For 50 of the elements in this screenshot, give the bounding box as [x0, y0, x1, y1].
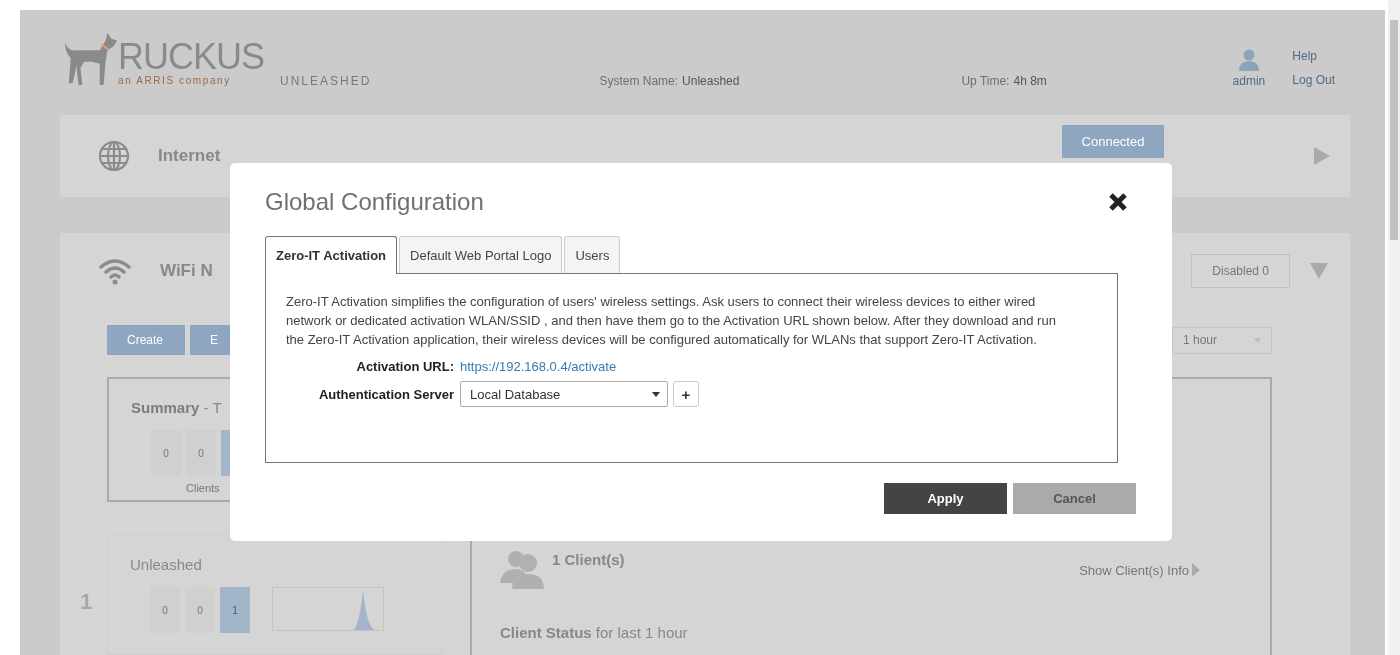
logo-text: RUCKUS [118, 39, 264, 75]
show-clients-link[interactable]: Show Client(s) Info [1079, 562, 1189, 578]
user-name: admin [1232, 75, 1266, 87]
summary-title: Summary - T [131, 399, 222, 416]
ap-name: Unleashed [130, 556, 203, 573]
count-tile: 0 [151, 430, 181, 476]
triangle-right-icon [1192, 563, 1200, 577]
count-tile: 0 [185, 587, 215, 633]
client-status-title: Client Status for last 1 hour [500, 624, 689, 641]
apply-button[interactable]: Apply [884, 483, 1007, 514]
clients-label: Clients [186, 482, 221, 494]
logo-tagline: an ARRIS company [118, 75, 232, 87]
scrollbar[interactable] [1388, 0, 1400, 655]
panel-title: Internet [158, 146, 221, 166]
authentication-server-dropdown[interactable]: Local Database [460, 381, 668, 407]
uptime-label: Up Time: [961, 74, 1010, 88]
panel-title: WiFi N [160, 261, 213, 281]
close-button[interactable] [1108, 192, 1128, 212]
connection-status: Connected [1062, 124, 1164, 158]
time-range-dropdown[interactable]: 1 hour [1172, 326, 1272, 354]
user-icon [1238, 49, 1259, 71]
collapse-arrow-icon [1310, 263, 1328, 279]
header-link[interactable]: Log Out [1292, 74, 1335, 87]
expand-arrow-icon [1314, 147, 1330, 165]
caret-icon [652, 391, 660, 397]
activation-url-link[interactable]: https://192.168.0.4/activate [460, 359, 617, 374]
tab[interactable]: Zero-IT Activation [265, 236, 398, 274]
field-label: Activation URL: [355, 359, 454, 374]
header-link[interactable]: Help [1292, 50, 1335, 63]
uptime-value: 4h 8m [1013, 74, 1047, 88]
disabled-count: Disabled 0 [1191, 254, 1290, 288]
count-tile: 1 [220, 587, 250, 633]
users-icon [500, 551, 544, 589]
tab[interactable]: Users [564, 236, 621, 273]
close-icon [1108, 192, 1128, 212]
caret-icon [1254, 337, 1261, 343]
client-count: 1 Client(s) [552, 551, 625, 568]
globe-icon [98, 140, 130, 172]
description-text: Zero-IT Activation simplifies the configuration of users' wireless settings. Ask users to connect their wireless devices to either wired network or dedicated activation WLAN/SSID , and then have them go to the Activation URL shown below. After they download and run the Zero-IT Activation application, their wireless devices will be configured automatically for WLANs that support Zero-IT Activation. [286, 293, 1057, 349]
wifi-icon [98, 257, 132, 285]
product-name: UNLEASHED [280, 75, 372, 87]
system-name: Unleashed [682, 74, 740, 88]
system-name-label: System Name: [599, 74, 679, 88]
tab[interactable]: Default Web Portal Logo [399, 236, 563, 273]
cancel-button[interactable]: Cancel [1013, 483, 1136, 514]
field-label: Authentication Server [317, 386, 454, 402]
count-tile: 0 [186, 430, 216, 476]
count-tile: 0 [150, 587, 180, 633]
add-button[interactable]: + [673, 381, 699, 407]
wlan-button[interactable]: Create [107, 325, 185, 355]
